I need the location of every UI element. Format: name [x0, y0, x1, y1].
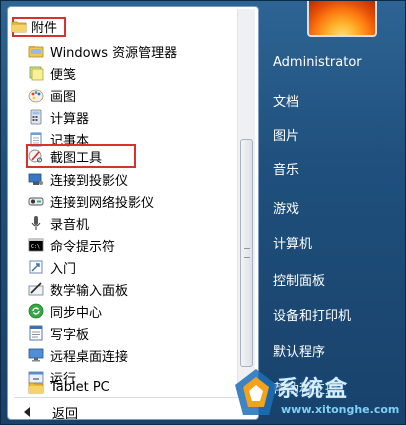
network-projector-icon — [28, 197, 44, 206]
item-label: 画图 — [50, 89, 77, 105]
menu-item-paint[interactable]: 画图 — [28, 84, 238, 106]
item-label: 写字板 — [50, 327, 90, 343]
right-item-devices-printers[interactable]: 设备和打印机 — [273, 305, 351, 324]
calculator-icon — [30, 109, 42, 125]
divider — [14, 397, 250, 398]
scrollbar-thumb[interactable] — [240, 139, 253, 367]
explorer-folder-icon — [28, 46, 44, 58]
wordpad-icon — [29, 325, 43, 341]
watermark-url: www.xitonghe.com — [281, 403, 400, 416]
item-label: 入门 — [50, 261, 77, 277]
menu-item-explorer[interactable]: Windows 资源管理器 — [28, 40, 238, 62]
right-item-games[interactable]: 游戏 — [273, 198, 299, 217]
menu-item-getting-started[interactable]: 入门 — [28, 256, 238, 278]
item-label: Tablet PC — [50, 379, 110, 395]
item-label: 计算器 — [50, 111, 90, 127]
right-item-music[interactable]: 音乐 — [273, 159, 299, 178]
menu-item-network-projector[interactable]: 连接到网络投影仪 — [28, 190, 238, 212]
projector-icon — [28, 173, 43, 185]
menu-item-sound-recorder[interactable]: 录音机 — [28, 212, 238, 234]
item-label: 连接到投影仪 — [50, 173, 129, 189]
item-label: 便笺 — [50, 67, 77, 83]
programs-scrollbar[interactable] — [237, 9, 255, 395]
sticky-notes-icon — [29, 66, 44, 81]
snipping-tool-icon — [28, 149, 42, 163]
math-input-icon — [28, 282, 44, 296]
menu-item-sync-center[interactable]: 同步中心 — [28, 300, 238, 322]
menu-item-remote-desktop[interactable]: 远程桌面连接 — [28, 344, 238, 366]
folder-accessories[interactable]: 附件 — [11, 15, 57, 37]
watermark: 系统盒 www.xitonghe.com — [233, 365, 403, 423]
watermark-text: 系统盒 — [277, 377, 350, 402]
sync-center-icon — [28, 303, 44, 319]
item-label: 远程桌面连接 — [50, 349, 129, 365]
folder-icon — [28, 382, 44, 394]
menu-item-calculator[interactable]: 计算器 — [28, 106, 238, 128]
paint-icon — [28, 89, 44, 103]
back-button[interactable]: 返回 — [8, 400, 258, 420]
back-arrow-icon — [24, 407, 30, 417]
programs-list: 附件 Windows 资源管理器 便笺 画图 计算器 记事本 截图工具 连接到投… — [8, 7, 240, 395]
item-label: 连接到网络投影仪 — [50, 195, 155, 211]
item-label: 同步中心 — [50, 305, 103, 321]
right-item-documents[interactable]: 文档 — [273, 91, 299, 110]
item-label: Windows 资源管理器 — [50, 45, 178, 61]
menu-item-projector[interactable]: 连接到投影仪 — [28, 168, 238, 190]
menu-item-wordpad[interactable]: 写字板 — [28, 322, 238, 344]
scrollbar-grip — [244, 248, 250, 258]
right-item-user[interactable]: Administrator — [273, 55, 362, 70]
cmd-icon: C:\ — [28, 238, 44, 252]
right-item-default-programs[interactable]: 默认程序 — [273, 341, 325, 360]
right-item-pictures[interactable]: 图片 — [273, 125, 299, 144]
menu-item-tablet-pc[interactable]: Tablet PC — [28, 376, 238, 395]
item-label: 截图工具 — [50, 150, 103, 166]
remote-desktop-icon — [28, 348, 44, 362]
back-label: 返回 — [52, 406, 79, 420]
right-item-control-panel[interactable]: 控制面板 — [273, 270, 325, 289]
menu-item-cmd[interactable]: C:\ 命令提示符 — [28, 234, 238, 256]
item-label: 录音机 — [50, 217, 90, 233]
notepad-icon — [30, 132, 42, 147]
item-label: 数学输入面板 — [50, 283, 129, 299]
getting-started-icon — [29, 260, 43, 274]
user-avatar[interactable] — [307, 1, 377, 37]
menu-item-math-input[interactable]: 数学输入面板 — [28, 278, 238, 300]
programs-pane: 附件 Windows 资源管理器 便笺 画图 计算器 记事本 截图工具 连接到投… — [7, 6, 259, 420]
start-menu: 附件 Windows 资源管理器 便笺 画图 计算器 记事本 截图工具 连接到投… — [0, 0, 406, 425]
right-item-computer[interactable]: 计算机 — [273, 233, 312, 252]
menu-item-snipping-tool[interactable]: 截图工具 — [26, 144, 136, 168]
item-label: 命令提示符 — [50, 239, 116, 255]
svg-text:C:\: C:\ — [31, 244, 40, 250]
folder-open-icon — [11, 21, 27, 32]
folder-label: 附件 — [31, 20, 58, 36]
menu-item-sticky-notes[interactable]: 便笺 — [28, 62, 238, 84]
microphone-icon — [31, 216, 41, 230]
watermark-logo-icon — [235, 369, 277, 415]
